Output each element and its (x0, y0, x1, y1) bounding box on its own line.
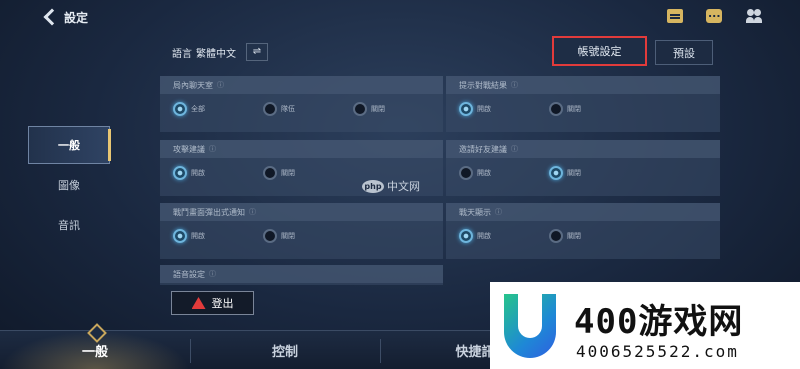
account-settings-button[interactable]: 帳號設定 (552, 36, 647, 66)
chat-icon[interactable] (706, 7, 722, 23)
setting-card-friend-invite: 邀請好友建議 ⓘ 開啟 關閉 (446, 140, 720, 196)
warning-icon (191, 297, 206, 309)
radio-icon (549, 229, 563, 243)
radio-option[interactable]: 關閉 (263, 166, 353, 180)
radio-selected-icon (173, 102, 187, 116)
friends-icon[interactable] (746, 9, 762, 23)
setting-card-show-pairing: 提示對戰結果 ⓘ 開啟 關閉 (446, 76, 720, 132)
radio-icon (263, 166, 277, 180)
info-icon[interactable]: ⓘ (209, 269, 216, 279)
radio-option[interactable]: 關閉 (549, 166, 639, 180)
setting-label: 提示對戰結果 (459, 80, 507, 90)
setting-card-sky-display: 戰天顯示 ⓘ 開啟 關閉 (446, 203, 720, 259)
radio-icon (353, 102, 367, 116)
radio-option[interactable]: 隊伍 (263, 102, 353, 116)
language-label: 語言 (172, 48, 192, 60)
radio-selected-icon (173, 166, 187, 180)
top-bar: 設定 (0, 0, 800, 34)
setting-label: 語音設定 (173, 269, 205, 279)
radio-selected-icon (173, 229, 187, 243)
radio-option[interactable]: 關閉 (353, 102, 443, 116)
preset-button[interactable]: 預設 (655, 40, 713, 65)
radio-icon (459, 166, 473, 180)
setting-label: 戰鬥畫面彈出式通知 (173, 207, 245, 217)
setting-card-more: 語音設定 ⓘ (160, 265, 443, 285)
back-button[interactable]: 設定 (40, 6, 88, 28)
language-swap-button[interactable]: ⇌ (246, 43, 268, 61)
radio-option[interactable]: 全部 (173, 102, 263, 116)
radio-selected-icon (549, 166, 563, 180)
tab-general[interactable]: 一般 (0, 331, 190, 369)
radio-option[interactable]: 關閉 (549, 102, 639, 116)
info-icon[interactable]: ⓘ (249, 207, 256, 217)
radio-icon (263, 229, 277, 243)
info-icon[interactable]: ⓘ (209, 144, 216, 154)
info-icon[interactable]: ⓘ (511, 80, 518, 90)
site-watermark: 400游戏网 4006525522.com (490, 282, 800, 369)
setting-label: 戰天顯示 (459, 207, 491, 217)
site-logo-icon (504, 292, 556, 358)
radio-selected-icon (459, 102, 473, 116)
tab-controls[interactable]: 控制 (190, 331, 380, 369)
setting-label: 攻擊建議 (173, 144, 205, 154)
info-icon[interactable]: ⓘ (217, 80, 224, 90)
info-icon[interactable]: ⓘ (511, 144, 518, 154)
language-row: 語言 繁體中文 ⇌ (172, 42, 268, 62)
mail-icon[interactable] (667, 9, 683, 23)
radio-selected-icon (459, 229, 473, 243)
info-icon[interactable]: ⓘ (495, 207, 502, 217)
setting-card-popup-notice: 戰鬥畫面彈出式通知 ⓘ 開啟 關閉 (160, 203, 443, 259)
radio-icon (549, 102, 563, 116)
setting-label: 局內聊天室 (173, 80, 213, 90)
logout-button[interactable]: 登出 (171, 291, 254, 315)
chevron-left-icon (43, 8, 61, 26)
radio-option[interactable]: 開啟 (459, 229, 549, 243)
radio-option[interactable]: 開啟 (173, 166, 263, 180)
sidebar-item-graphics[interactable]: 圖像 (28, 166, 110, 204)
setting-label: 邀請好友建議 (459, 144, 507, 154)
radio-option[interactable]: 開啟 (173, 229, 263, 243)
page-title: 設定 (64, 10, 89, 25)
radio-option[interactable]: 開啟 (459, 166, 549, 180)
radio-icon (263, 102, 277, 116)
radio-option[interactable]: 關閉 (263, 229, 353, 243)
sidebar-item-audio[interactable]: 音訊 (28, 206, 110, 244)
radio-option[interactable]: 開啟 (459, 102, 549, 116)
radio-option[interactable]: 關閉 (549, 229, 639, 243)
setting-card-chat-visibility: 局內聊天室 ⓘ 全部 隊伍 關閉 (160, 76, 443, 132)
sidebar-item-general[interactable]: 一般 (28, 126, 111, 164)
php-watermark: php 中文网 (362, 178, 420, 194)
language-value: 繁體中文 (196, 48, 236, 60)
